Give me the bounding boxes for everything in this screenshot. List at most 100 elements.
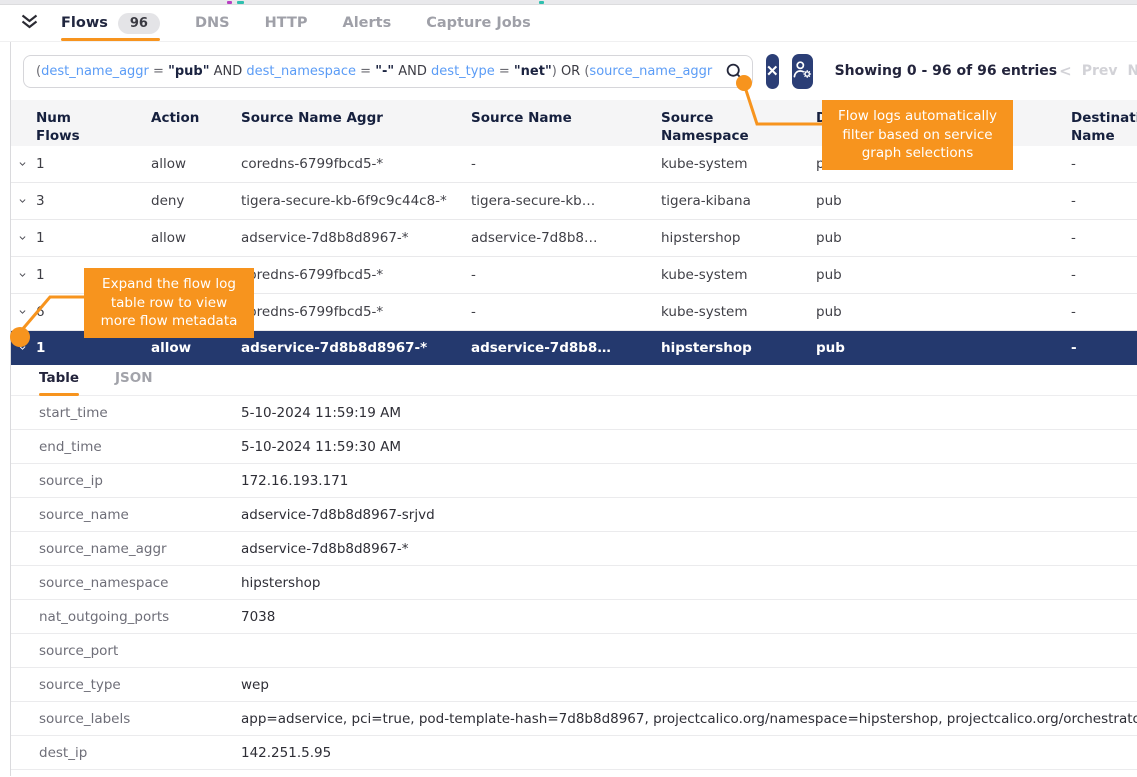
filter-toolbar: (dest_name_aggr = "pub" AND dest_namespa… [11, 42, 1137, 100]
query-token: "-" [375, 64, 394, 79]
query-token: dest_type [431, 64, 495, 79]
header-num-flows: Num Flows [36, 109, 88, 145]
detail-row: start_time 5-10-2024 11:59:19 AM [11, 396, 1137, 430]
search-icon[interactable] [725, 62, 745, 86]
cell-action: allow [151, 340, 241, 356]
cell-source-name: tigera-secure-kb… [471, 193, 661, 209]
log-tab[interactable]: HTTP [265, 5, 308, 41]
detail-value: 172.16.193.171 [241, 473, 1137, 489]
header-action: Action [151, 109, 241, 127]
expand-row-chevron-icon[interactable] [19, 160, 36, 168]
cell-num-flows: 1 [36, 230, 151, 246]
query-token: source_name_aggr [589, 64, 712, 79]
prev-button[interactable]: Prev [1080, 63, 1120, 79]
detail-tab-label: Table [39, 370, 79, 386]
query-token: OR [557, 64, 585, 79]
detail-row: source_namespace hipstershop [11, 566, 1137, 600]
cell-destination-name: - [1071, 193, 1137, 209]
cell-source-namespace: kube-system [661, 156, 816, 172]
query-token: = [712, 64, 716, 79]
close-icon: ✕ [766, 62, 779, 80]
detail-key: source_name [39, 507, 241, 523]
detail-key: source_type [39, 677, 241, 693]
log-tab[interactable]: Flows 96 [61, 5, 160, 41]
detail-value: 5-10-2024 11:59:30 AM [241, 439, 1137, 455]
detail-tabs: Table JSON [11, 365, 1137, 396]
header-destination-name: Destination Name [1071, 109, 1137, 145]
log-tab[interactable]: DNS [195, 5, 230, 41]
next-button[interactable]: Next [1126, 63, 1137, 79]
cell-source-namespace: kube-system [661, 267, 816, 283]
cell-source-namespace: tigera-kibana [661, 193, 816, 209]
tab-label: HTTP [265, 15, 308, 31]
detail-row: end_time 5-10-2024 11:59:30 AM [11, 430, 1137, 464]
clear-filter-button[interactable]: ✕ [766, 54, 779, 89]
detail-row: source_labels app=adservice, pci=true, p… [11, 702, 1137, 736]
cell-source-name-aggr: coredns-6799fbcd5-* [241, 156, 471, 172]
cell-source-name: adservice-7d8b8… [471, 230, 661, 246]
cell-destination-name: - [1071, 230, 1137, 246]
detail-value: adservice-7d8b8d8967-srjvd [241, 507, 1137, 523]
detail-tab-label: JSON [115, 370, 153, 386]
entries-count-text: Showing 0 - 96 of 96 entries [835, 63, 1058, 79]
prev-chevron-icon[interactable]: < [1057, 62, 1074, 80]
decorative-speck [237, 1, 244, 4]
detail-value: 5-10-2024 11:59:19 AM [241, 405, 1137, 421]
cell-source-name: adservice-7d8b8… [471, 340, 661, 356]
user-settings-button[interactable] [792, 54, 813, 89]
detail-key: start_time [39, 405, 241, 421]
query-token: AND [394, 64, 431, 79]
tabs-list: Flows 96 DNS HTTP Alerts Capture Jobs [61, 5, 566, 41]
detail-key: source_ip [39, 473, 241, 489]
pagination: < Prev Next > [1057, 62, 1137, 80]
cell-source-name-aggr: coredns-6799fbcd5-* [241, 267, 471, 283]
detail-tab[interactable]: JSON [115, 370, 153, 395]
detail-value: 142.251.5.95 [241, 745, 1137, 761]
detail-value: wep [241, 677, 1137, 693]
cell-source-name-aggr: adservice-7d8b8d8967-* [241, 230, 471, 246]
log-tab[interactable]: Capture Jobs [426, 5, 530, 41]
cell-source-namespace: hipstershop [661, 230, 816, 246]
query-token: = [356, 64, 375, 79]
cell-destination-name: - [1071, 156, 1137, 172]
log-type-tabbar: Flows 96 DNS HTTP Alerts Capture Jobs [0, 5, 1137, 42]
cell-action: deny [151, 193, 241, 209]
tooltip-expand-row-info: Expand the flow log table row to view mo… [84, 268, 254, 338]
tooltip-filter-info: Flow logs automatically filter based on … [822, 100, 1013, 170]
cell-source-name: - [471, 267, 661, 283]
detail-row: source_port [11, 634, 1137, 668]
log-tab[interactable]: Alerts [342, 5, 391, 41]
cell-source-namespace: kube-system [661, 304, 816, 320]
cell-dest-name-aggr: pub [816, 340, 1071, 356]
detail-value: hipstershop [241, 575, 1137, 591]
cell-dest-name-aggr: pub [816, 304, 1071, 320]
query-token: = [495, 64, 514, 79]
expand-row-chevron-icon[interactable] [19, 271, 36, 279]
cell-source-name: - [471, 156, 661, 172]
expand-row-chevron-icon[interactable] [19, 308, 36, 316]
user-gear-icon [792, 59, 813, 84]
detail-key: dest_ip [39, 745, 241, 761]
tab-label: DNS [195, 15, 230, 31]
query-token: "pub" [168, 64, 209, 79]
expand-row-chevron-icon[interactable] [19, 234, 36, 242]
detail-key: nat_outgoing_ports [39, 609, 241, 625]
expand-row-chevron-icon[interactable] [19, 197, 36, 205]
detail-key: source_namespace [39, 575, 241, 591]
cell-dest-name-aggr: pub [816, 267, 1071, 283]
filter-query-input[interactable]: (dest_name_aggr = "pub" AND dest_namespa… [23, 55, 753, 88]
detail-value: adservice-7d8b8d8967-* [241, 541, 1137, 557]
tab-label: Capture Jobs [426, 15, 530, 31]
flow-detail-list: start_time 5-10-2024 11:59:19 AM end_tim… [11, 396, 1137, 770]
double-chevron-down-icon [20, 14, 39, 33]
cell-action: allow [151, 230, 241, 246]
detail-tab[interactable]: Table [39, 370, 79, 395]
detail-row: dest_ip 142.251.5.95 [11, 736, 1137, 770]
collapse-panel-button[interactable] [20, 5, 39, 41]
expand-row-chevron-icon[interactable] [19, 344, 36, 352]
flow-table-row[interactable]: 1 allow adservice-7d8b8d8967-* adservice… [11, 220, 1137, 257]
query-token: = [149, 64, 168, 79]
query-token: dest_namespace [246, 64, 356, 79]
cell-dest-name-aggr: pub [816, 230, 1071, 246]
flow-table-row[interactable]: 3 deny tigera-secure-kb-6f9c9c44c8-* tig… [11, 183, 1137, 220]
